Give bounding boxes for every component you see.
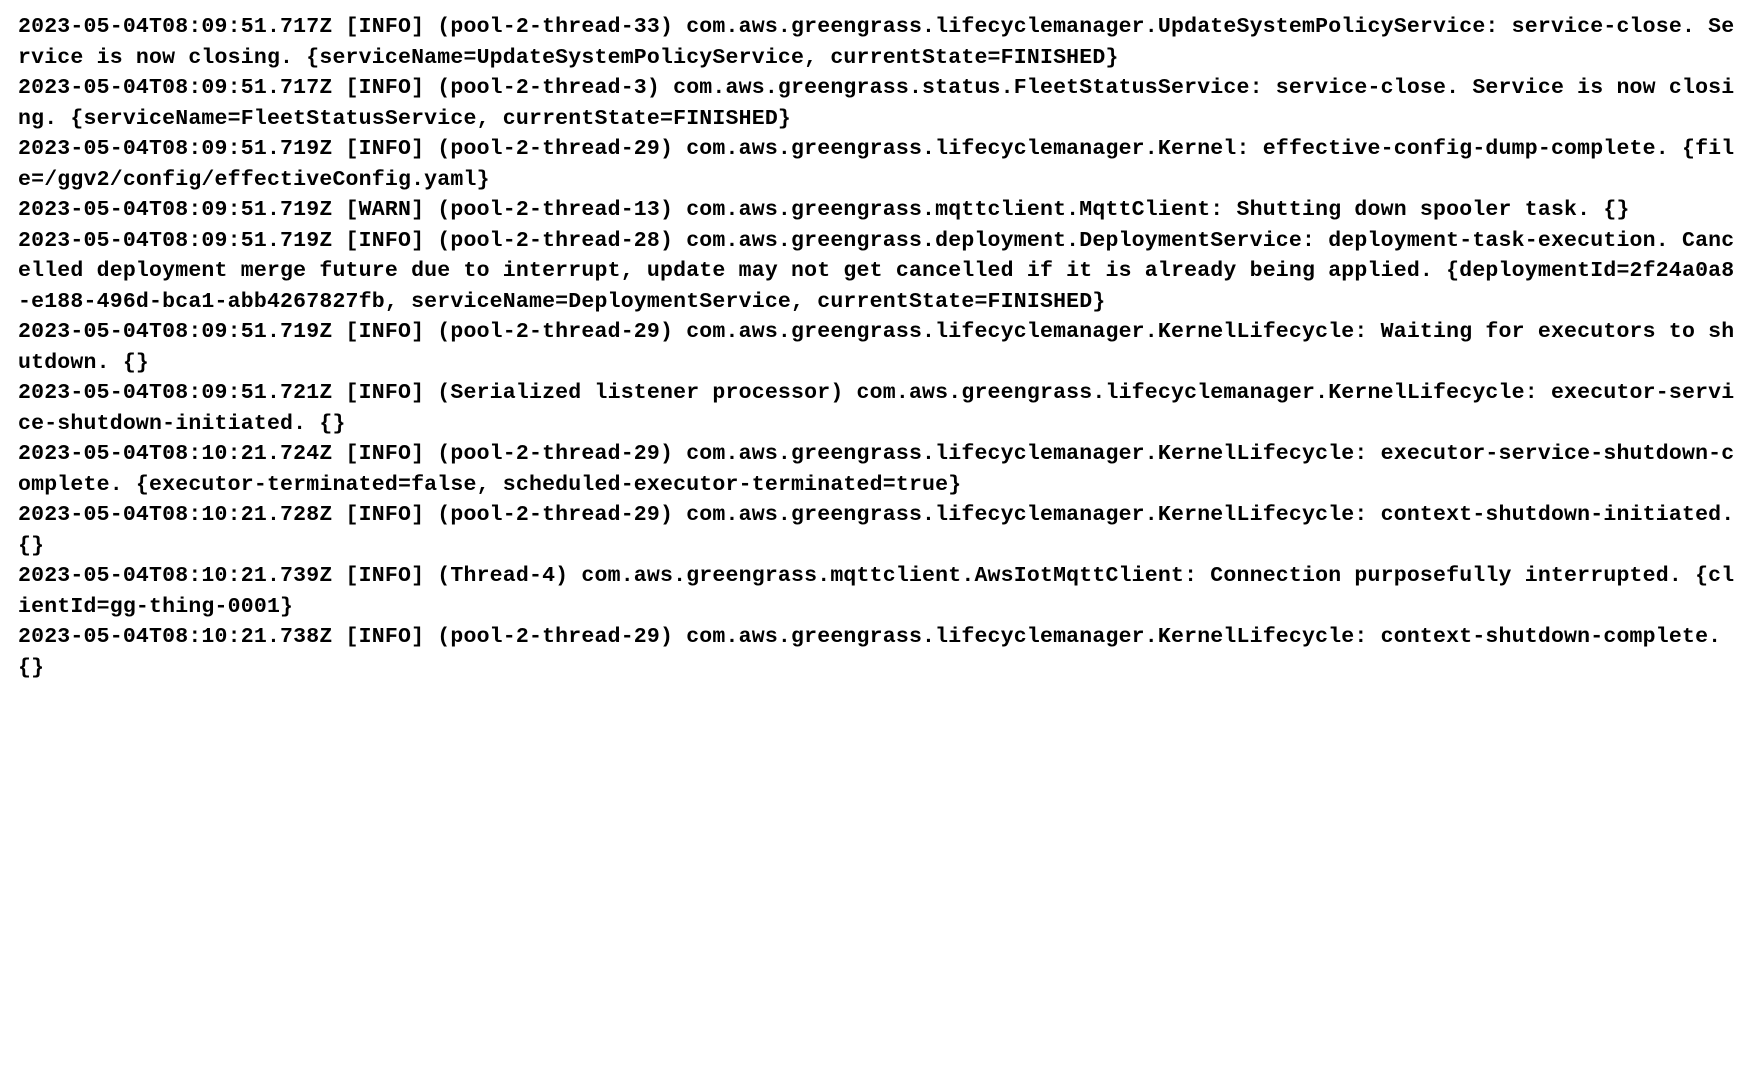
log-output: 2023-05-04T08:09:51.717Z [INFO] (pool-2-… [18,15,1747,680]
